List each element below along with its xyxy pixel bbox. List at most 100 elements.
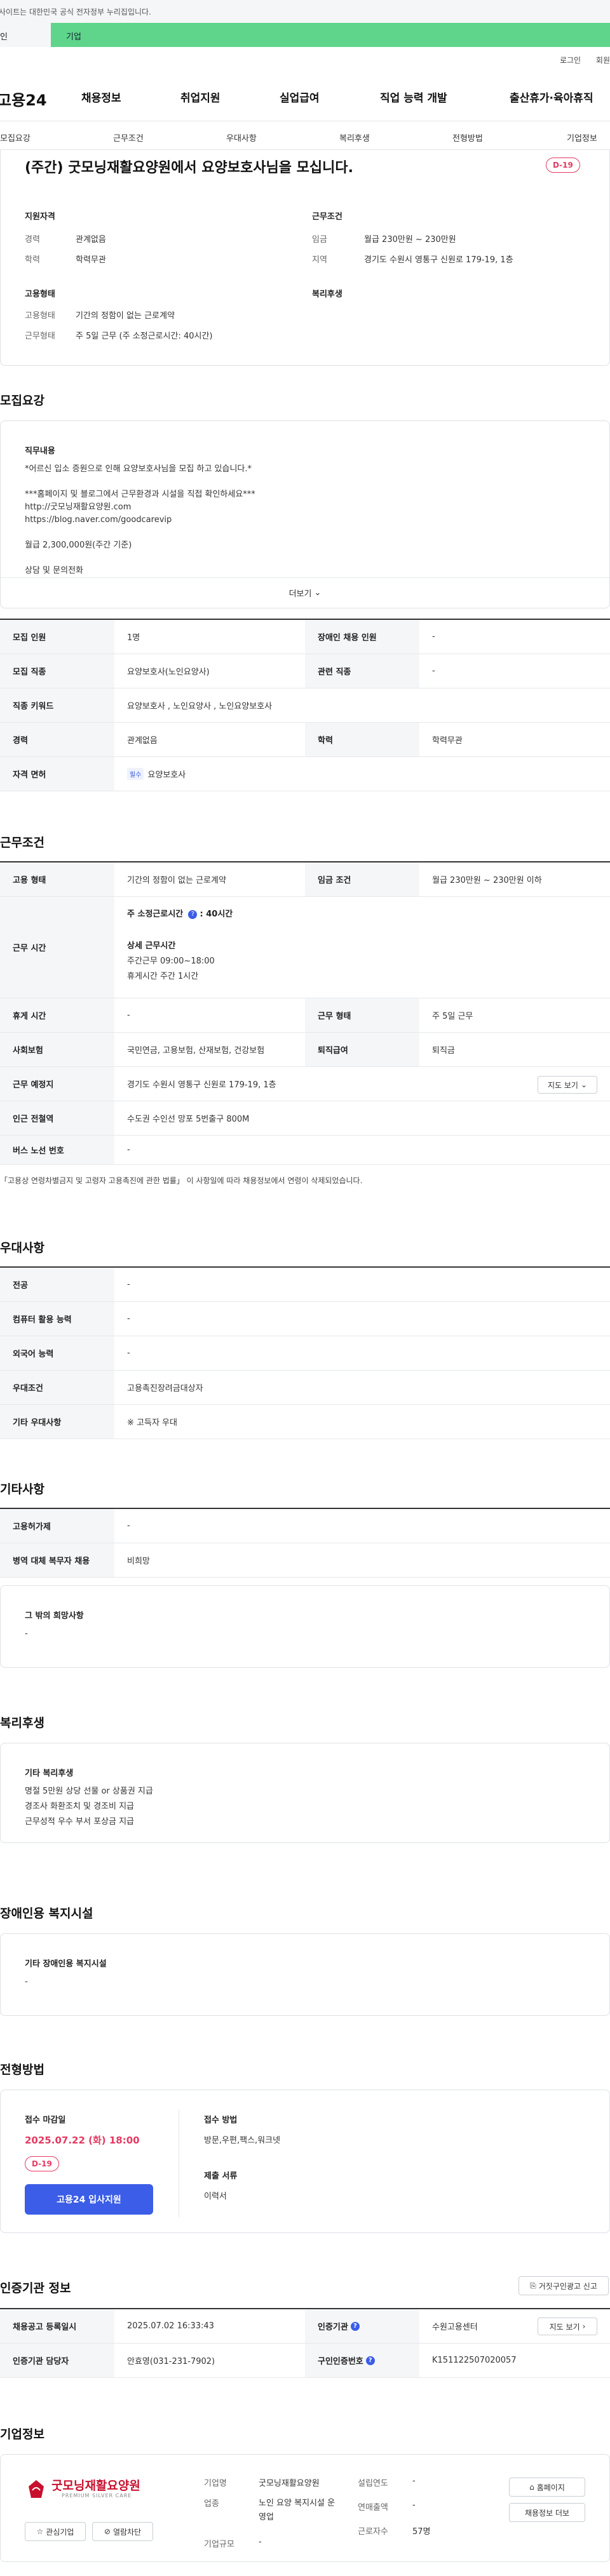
gov-notice-bar: 사이트는 대한민국 공식 전자정부 누리집입니다. bbox=[0, 0, 610, 23]
docs-value: 이력서 bbox=[204, 2192, 227, 2201]
table-value: - bbox=[432, 666, 435, 676]
cert-table: 채용공고 등록일시 2025.07.02 16:33:43 인증기관 ? 수원고… bbox=[0, 2308, 610, 2378]
table-value: - bbox=[127, 1280, 130, 1289]
company-industry-key: 업종 bbox=[204, 2499, 219, 2509]
table-label: 휴게 시간 bbox=[0, 998, 114, 1032]
table-label: 병역 대체 복무자 채용 bbox=[0, 1543, 114, 1577]
table-label: 고용 형태 bbox=[0, 862, 114, 896]
weekly-hours-label: 주 소정근로시간 bbox=[127, 909, 184, 919]
more-label: 더보기 bbox=[288, 589, 312, 599]
table-row: 휴게 시간 - 근무 형태 주 5일 근무 bbox=[0, 998, 610, 1033]
table-value: 퇴직금 bbox=[432, 1046, 455, 1056]
table-row: 근무 예정지 경기도 수원시 영통구 신원로 179-19, 1층 지도 보기 … bbox=[0, 1067, 610, 1101]
gnb-employment-support[interactable]: 취업지원 bbox=[180, 89, 220, 105]
table-row: 경력 관계없음 학력 학력무관 bbox=[0, 723, 610, 757]
cond-region-value: 경기도 수원시 영통구 신원로 179-19, 1층 bbox=[364, 255, 513, 265]
apply-button[interactable]: 고용24 입사지원 bbox=[25, 2184, 153, 2215]
favorite-company-button[interactable]: ☆ 관심기업 bbox=[25, 2522, 86, 2541]
anchor-company[interactable]: 기업정보 bbox=[567, 131, 597, 144]
cond-region-key: 지역 bbox=[312, 255, 327, 265]
report-button[interactable]: ⎘ 거짓구인광고 신고 bbox=[518, 2276, 609, 2295]
anchor-conditions[interactable]: 근무조건 bbox=[113, 131, 144, 144]
company-size-value: - bbox=[259, 2537, 262, 2547]
qual-heading: 지원자격 bbox=[25, 212, 55, 222]
homepage-label: 홈페이지 bbox=[536, 2483, 565, 2492]
gnb-parental-leave[interactable]: 출산휴가·육아휴직 bbox=[510, 89, 593, 105]
dday-badge: D-19 bbox=[25, 2156, 59, 2171]
gnb-unemployment[interactable]: 실업급여 bbox=[280, 89, 320, 105]
more-button[interactable]: 더보기 ⌄ bbox=[1, 577, 609, 608]
site-logo[interactable]: 고용24 bbox=[0, 88, 47, 110]
cond-wage-key: 임금 bbox=[312, 235, 327, 245]
table-label: 장애인 채용 인원 bbox=[305, 620, 419, 654]
company-size-key: 기업규모 bbox=[204, 2540, 234, 2549]
table-row: 고용허가제 - bbox=[0, 1509, 610, 1543]
table-label: 직종 키워드 bbox=[0, 688, 114, 722]
job-summary-card: (주간) 굿모닝재활요양원에서 요양보호사님을 모십니다. D-19 지원자격 … bbox=[0, 150, 610, 366]
weekly-hours-value: : 40시간 bbox=[200, 909, 233, 919]
table-value: - bbox=[127, 1145, 130, 1155]
info-icon[interactable]: ? bbox=[188, 909, 198, 919]
info-icon[interactable]: ? bbox=[350, 2321, 360, 2331]
table-row: 전공 - bbox=[0, 1268, 610, 1302]
table-label: 퇴직급여 bbox=[305, 1033, 419, 1066]
job-desc-line[interactable]: http://굿모닝재활요양원.com bbox=[25, 501, 584, 514]
company-logo: 굿모닝재활요양원 PREMIUM SILVER CARE bbox=[25, 2476, 165, 2508]
table-row: 우대조건 고용촉진장려금대상자 bbox=[0, 1371, 610, 1405]
anchor-recruit[interactable]: 모집요강 bbox=[0, 131, 30, 144]
age-notice: 「고용상 연령차별금지 및 고령자 고용촉진에 관한 법률」 이 사항일에 따라… bbox=[0, 1176, 363, 1185]
gnb-jobs[interactable]: 채용정보 bbox=[81, 89, 121, 105]
block-icon: ⊘ bbox=[104, 2527, 111, 2536]
table-value: 관계없음 bbox=[127, 736, 158, 746]
more-jobs-button[interactable]: 채용정보 더보 bbox=[509, 2503, 585, 2522]
gnb-training[interactable]: 직업 능력 개발 bbox=[380, 89, 447, 105]
disability-heading: 장애인용 복지시설 bbox=[0, 1907, 93, 1921]
cert-map-button[interactable]: 지도 보기 › bbox=[538, 2318, 597, 2335]
tab-company[interactable]: 기업 bbox=[51, 23, 610, 47]
table-value: - bbox=[127, 1348, 130, 1358]
map-view-button[interactable]: 지도 보기 ⌄ bbox=[538, 1076, 597, 1094]
qual-edu-key: 학력 bbox=[25, 255, 40, 265]
anchor-process[interactable]: 전형방법 bbox=[452, 131, 483, 144]
map-view-label: 지도 보기 bbox=[547, 1080, 578, 1090]
favorite-label: 관심기업 bbox=[46, 2527, 74, 2537]
job-desc-line bbox=[25, 527, 584, 539]
table-label: 인증기관 담당자 bbox=[0, 2344, 114, 2377]
anchor-preference[interactable]: 우대사항 bbox=[226, 131, 257, 144]
table-label: 컴퓨터 활용 능력 bbox=[0, 1302, 114, 1336]
info-icon[interactable]: ? bbox=[365, 2356, 375, 2365]
deadline-label: 접수 마감일 bbox=[25, 2116, 66, 2125]
qual-career-key: 경력 bbox=[25, 235, 40, 245]
anchor-welfare[interactable]: 복리후생 bbox=[339, 131, 370, 144]
cond-heading: 근무조건 bbox=[312, 212, 342, 222]
table-value: ※ 고득자 우대 bbox=[127, 1418, 177, 1428]
detail-hours-line: 휴게시간 주간 1시간 bbox=[127, 972, 199, 981]
block-view-button[interactable]: ⊘ 열람차단 bbox=[92, 2522, 153, 2541]
job-desc-line[interactable]: https://blog.naver.com/goodcarevip bbox=[25, 514, 584, 527]
table-value: 고용촉진장려금대상자 bbox=[127, 1384, 203, 1393]
list-item: 경조사 화환조치 및 경조비 지급 bbox=[25, 1802, 135, 1811]
table-row: 컴퓨터 활용 능력 - bbox=[0, 1302, 610, 1336]
table-label: 사회보험 bbox=[0, 1033, 114, 1066]
process-heading: 전형방법 bbox=[0, 2063, 44, 2077]
cert-number-label: 구인인증번호 bbox=[318, 2357, 363, 2366]
preference-heading: 우대사항 bbox=[0, 1241, 44, 1255]
table-row: 버스 노선 번호 - bbox=[0, 1136, 610, 1165]
table-row: 사회보험 국민연금, 고용보험, 산재보험, 건강보험 퇴직급여 퇴직금 bbox=[0, 1033, 610, 1067]
signup-link[interactable]: 회원 bbox=[596, 56, 610, 65]
report-icon: ⎘ bbox=[530, 2281, 536, 2290]
homepage-button[interactable]: ⌂ 홈페이지 bbox=[509, 2478, 585, 2497]
cond-wage-value: 월급 230만원 ~ 230만원 bbox=[364, 235, 456, 245]
job-desc-line: 월급 2,300,000원(주간 기준) bbox=[25, 540, 132, 550]
company-card: 굿모닝재활요양원 PREMIUM SILVER CARE ☆ 관심기업 ⊘ 열람… bbox=[0, 2454, 610, 2562]
job-desc-line bbox=[25, 476, 584, 488]
table-value: 1명 bbox=[127, 633, 140, 643]
login-link[interactable]: 로그인 bbox=[560, 56, 581, 65]
table-value: 주 5일 근무 bbox=[432, 1012, 473, 1021]
etc-table: 고용허가제 - 병역 대체 복무자 채용 비희망 bbox=[0, 1508, 610, 1578]
revenue-value: - bbox=[412, 2500, 416, 2510]
report-label: 거짓구인광고 신고 bbox=[538, 2281, 597, 2291]
tab-personal[interactable]: 인 bbox=[0, 23, 51, 47]
star-icon: ☆ bbox=[36, 2527, 44, 2536]
conditions-heading: 근무조건 bbox=[0, 836, 44, 850]
